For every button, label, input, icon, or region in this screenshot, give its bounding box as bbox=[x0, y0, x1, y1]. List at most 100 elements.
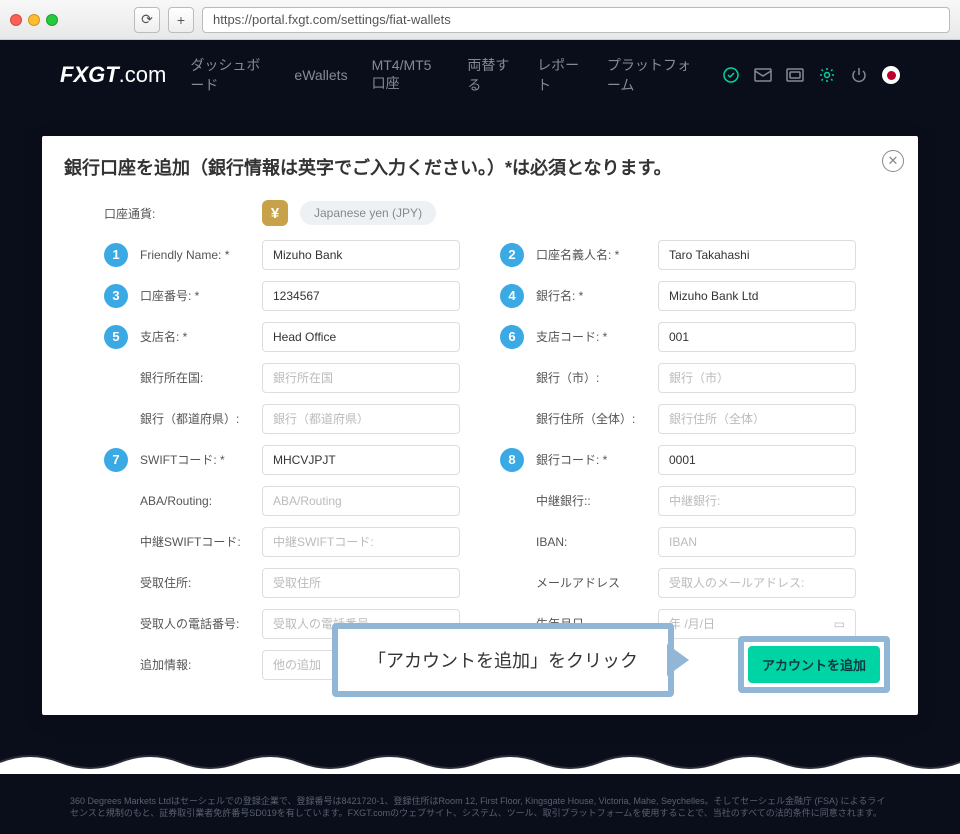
field-label: SWIFTコード: * bbox=[140, 451, 250, 468]
mail-icon[interactable] bbox=[754, 66, 772, 84]
nav-report[interactable]: レポート bbox=[537, 55, 583, 95]
logo-main: FXGT bbox=[60, 62, 119, 87]
window-controls bbox=[10, 14, 58, 26]
text-input[interactable] bbox=[262, 486, 460, 516]
form-right-column: 2 口座名義人名: * 4 銀行名: * 6 支店コード: * 銀行（市）: 銀行住所（全体）… bbox=[500, 234, 856, 685]
modal-title: 銀行口座を追加（銀行情報は英字でご入力ください。）*は必須となります。 bbox=[64, 154, 896, 180]
field-label: 受取人の電話番号: bbox=[140, 615, 250, 632]
text-input[interactable] bbox=[262, 404, 460, 434]
footer-disclaimer: 360 Degrees Markets Ltdはセーシェルでの登録企業で、登録番… bbox=[70, 795, 890, 820]
form-row: 4 銀行名: * bbox=[500, 275, 856, 316]
field-label: 支店コード: * bbox=[536, 328, 646, 345]
check-icon[interactable] bbox=[722, 66, 740, 84]
logo-suffix: .com bbox=[119, 62, 167, 87]
text-input[interactable] bbox=[658, 486, 856, 516]
site-header: FXGT.com ダッシュボード eWallets MT4/MT5口座 両替する… bbox=[0, 40, 960, 110]
field-label: 銀行所在国: bbox=[140, 369, 250, 386]
field-label: 中継SWIFTコード: bbox=[140, 533, 250, 550]
form-row: 2 口座名義人名: * bbox=[500, 234, 856, 275]
form-row: 1Friendly Name: * bbox=[104, 234, 460, 275]
form-row: 5支店名: * bbox=[104, 316, 460, 357]
step-badge: 1 bbox=[104, 243, 128, 267]
nav-dashboard[interactable]: ダッシュボード bbox=[190, 55, 270, 95]
url-bar[interactable]: https://portal.fxgt.com/settings/fiat-wa… bbox=[202, 7, 950, 33]
field-label: メールアドレス bbox=[536, 574, 646, 591]
close-icon[interactable]: ✕ bbox=[882, 150, 904, 172]
text-input[interactable] bbox=[262, 527, 460, 557]
step-badge: 5 bbox=[104, 325, 128, 349]
step-badge: 6 bbox=[500, 325, 524, 349]
field-label: 銀行住所（全体）: bbox=[536, 410, 646, 427]
form-row: 銀行（市）: bbox=[500, 357, 856, 398]
step-badge: 3 bbox=[104, 284, 128, 308]
form-row: 8 銀行コード: * bbox=[500, 439, 856, 480]
currency-label: 口座通貨: bbox=[104, 205, 250, 222]
step-badge: 7 bbox=[104, 448, 128, 472]
text-input[interactable] bbox=[658, 240, 856, 270]
text-input[interactable] bbox=[262, 281, 460, 311]
nav-platform[interactable]: プラットフォーム bbox=[607, 55, 698, 95]
form-row: 7 SWIFTコード: * bbox=[104, 439, 460, 480]
nav-mt4mt5[interactable]: MT4/MT5口座 bbox=[372, 57, 444, 93]
add-bank-modal: ✕ 銀行口座を追加（銀行情報は英字でご入力ください。）*は必須となります。 口座… bbox=[42, 136, 918, 715]
form-row: ABA/Routing: bbox=[104, 480, 460, 521]
calendar-icon: ▭ bbox=[834, 617, 845, 631]
ticket-icon[interactable] bbox=[786, 66, 804, 84]
form-row: 銀行（都道府県）: bbox=[104, 398, 460, 439]
yen-icon: ¥ bbox=[262, 200, 288, 226]
field-label: 口座番号: * bbox=[140, 287, 250, 304]
field-label: 追加情報: bbox=[140, 656, 250, 673]
step-badge: 8 bbox=[500, 448, 524, 472]
form-row: 6 支店コード: * bbox=[500, 316, 856, 357]
field-label: ABA/Routing: bbox=[140, 494, 250, 508]
browser-chrome: ⟳ + https://portal.fxgt.com/settings/fia… bbox=[0, 0, 960, 40]
text-input[interactable] bbox=[658, 363, 856, 393]
field-label: 受取住所: bbox=[140, 574, 250, 591]
text-input[interactable] bbox=[262, 445, 460, 475]
currency-value: Japanese yen (JPY) bbox=[300, 201, 436, 225]
text-input[interactable] bbox=[658, 445, 856, 475]
form-row: 中継SWIFTコード: bbox=[104, 521, 460, 562]
flag-jp-icon[interactable] bbox=[882, 66, 900, 84]
maximize-window-icon[interactable] bbox=[46, 14, 58, 26]
minimize-window-icon[interactable] bbox=[28, 14, 40, 26]
power-icon[interactable] bbox=[850, 66, 868, 84]
form-left-column: 1Friendly Name: * 3 口座番号: * 5支店名: * 銀行所在国: 銀行… bbox=[104, 234, 460, 685]
text-input[interactable] bbox=[658, 322, 856, 352]
field-label: 口座名義人名: * bbox=[536, 246, 646, 263]
wave-divider bbox=[0, 750, 960, 774]
form-row: 3 口座番号: * bbox=[104, 275, 460, 316]
text-input[interactable] bbox=[262, 363, 460, 393]
field-label: 中継銀行:: bbox=[536, 492, 646, 509]
form-row: 銀行住所（全体）: bbox=[500, 398, 856, 439]
form-row: 銀行所在国: bbox=[104, 357, 460, 398]
text-input[interactable] bbox=[658, 404, 856, 434]
field-label: 銀行（市）: bbox=[536, 369, 646, 386]
add-button-highlight: アカウントを追加 bbox=[738, 636, 890, 693]
form-row: IBAN: bbox=[500, 521, 856, 562]
text-input[interactable] bbox=[262, 322, 460, 352]
logo[interactable]: FXGT.com bbox=[60, 62, 166, 88]
form-row: 受取住所: bbox=[104, 562, 460, 603]
field-label: 銀行（都道府県）: bbox=[140, 410, 250, 427]
field-label: IBAN: bbox=[536, 535, 646, 549]
gear-icon[interactable] bbox=[818, 66, 836, 84]
reload-button[interactable]: ⟳ bbox=[134, 7, 160, 33]
step-badge: 4 bbox=[500, 284, 524, 308]
nav-ewallets[interactable]: eWallets bbox=[294, 67, 347, 83]
new-tab-button[interactable]: + bbox=[168, 7, 194, 33]
date-input[interactable]: 年 /月/日▭ bbox=[658, 609, 856, 639]
step-badge: 2 bbox=[500, 243, 524, 267]
add-account-button[interactable]: アカウントを追加 bbox=[748, 646, 880, 683]
text-input[interactable] bbox=[262, 240, 460, 270]
text-input[interactable] bbox=[658, 281, 856, 311]
instruction-callout: 「アカウントを追加」をクリック bbox=[332, 623, 674, 697]
form-row: メールアドレス bbox=[500, 562, 856, 603]
text-input[interactable] bbox=[658, 568, 856, 598]
text-input[interactable] bbox=[658, 527, 856, 557]
field-label: 銀行コード: * bbox=[536, 451, 646, 468]
close-window-icon[interactable] bbox=[10, 14, 22, 26]
field-label: 銀行名: * bbox=[536, 287, 646, 304]
nav-exchange[interactable]: 両替する bbox=[467, 55, 513, 95]
text-input[interactable] bbox=[262, 568, 460, 598]
